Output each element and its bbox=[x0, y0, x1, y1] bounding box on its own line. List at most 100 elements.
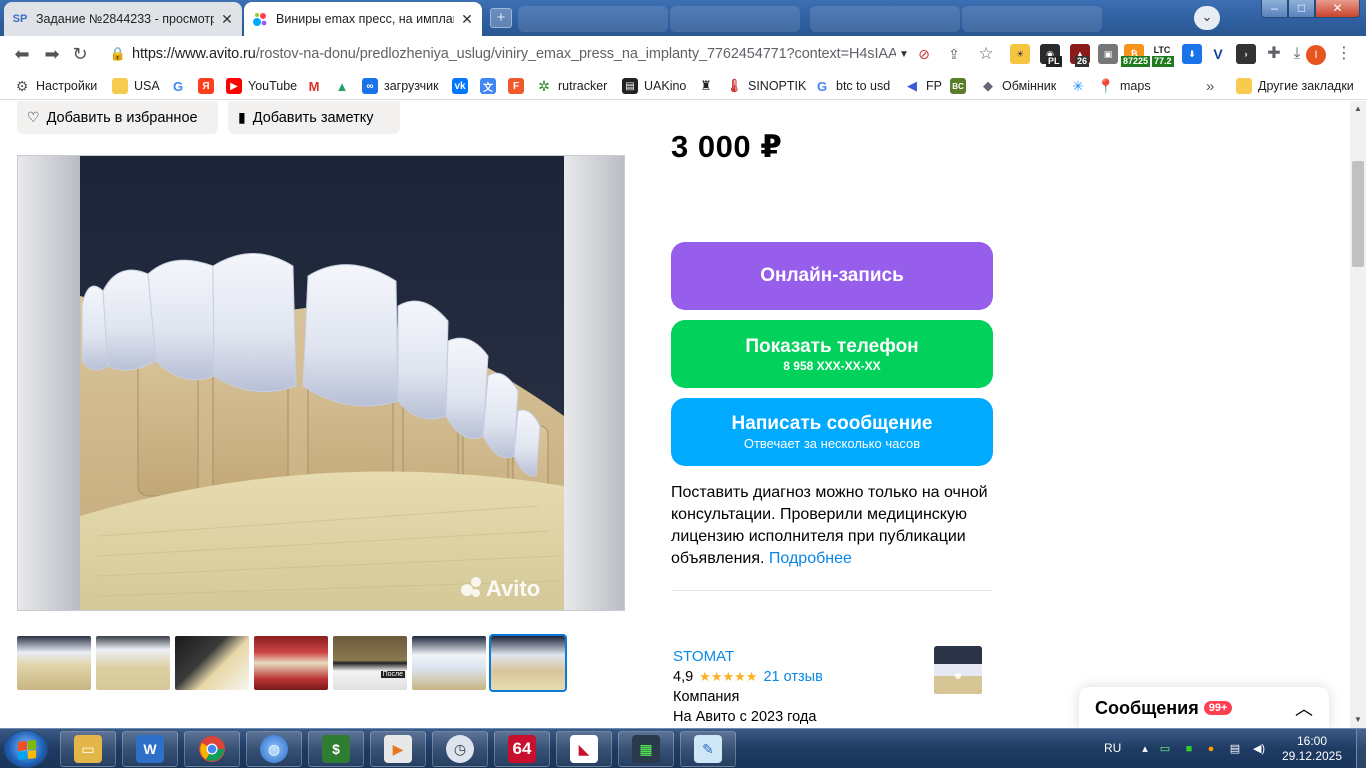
lock-icon[interactable]: 🔒 bbox=[104, 46, 132, 62]
reload-icon[interactable]: ↻ bbox=[68, 42, 92, 66]
share-icon[interactable]: ⇪ bbox=[944, 44, 964, 64]
bookmark-maps[interactable]: 📍 maps bbox=[1097, 77, 1150, 95]
bookmark-yandex[interactable]: Я bbox=[198, 77, 220, 95]
seller-avatar[interactable] bbox=[934, 646, 982, 694]
bookmark-star-icon[interactable]: ☆ bbox=[976, 44, 996, 64]
taskbar-money[interactable]: $ bbox=[308, 731, 364, 767]
start-button[interactable] bbox=[4, 730, 48, 768]
show-desktop-button[interactable] bbox=[1356, 729, 1366, 768]
thermometer-icon: 🌡 bbox=[725, 78, 743, 93]
drive-icon: ▲ bbox=[335, 78, 349, 94]
volume-icon[interactable]: ◀) bbox=[1252, 742, 1266, 756]
taskbar-chrome[interactable] bbox=[184, 731, 240, 767]
bookmark-gmail[interactable]: M bbox=[306, 77, 328, 95]
thumbnail[interactable] bbox=[96, 636, 170, 690]
taskbar-explorer[interactable]: ▭ bbox=[60, 731, 116, 767]
url-text[interactable]: https://www.avito.ru/rostov-na-donu/pred… bbox=[132, 46, 896, 62]
reviews-link[interactable]: 21 отзыв bbox=[763, 669, 822, 685]
extensions-puzzle-icon[interactable]: ✚ bbox=[1264, 44, 1284, 64]
scrollbar-thumb[interactable] bbox=[1352, 161, 1364, 267]
bookmark-sinoptik[interactable]: 🌡 SINOPTIK bbox=[725, 77, 807, 95]
add-to-favorites-button[interactable]: ♡ Добавить в избранное bbox=[17, 101, 218, 134]
close-window-button[interactable]: ✕ bbox=[1315, 0, 1360, 18]
battery-icon[interactable]: ▭ bbox=[1158, 742, 1172, 756]
scroll-down-icon[interactable]: ▼ bbox=[1350, 712, 1366, 728]
thumbnail-before-after[interactable]: После bbox=[333, 636, 407, 690]
taskbar-media[interactable]: ▶ bbox=[370, 731, 426, 767]
bookmark-btc-to-usd[interactable]: Gbtc to usd bbox=[814, 77, 890, 95]
add-note-button[interactable]: ▮ Добавить заметку bbox=[228, 101, 400, 134]
bookmark-settings[interactable]: ⚙ Настройки bbox=[14, 77, 98, 95]
bookmark-vk[interactable]: vk bbox=[452, 77, 474, 95]
bookmark-youtube[interactable]: ▶ YouTube bbox=[226, 77, 297, 95]
thumbnail-selected[interactable] bbox=[489, 634, 567, 692]
main-photo[interactable]: Avito bbox=[17, 155, 625, 611]
bookmark-usa[interactable]: USA bbox=[112, 77, 160, 95]
bookmark-bc[interactable]: BC bbox=[950, 77, 972, 95]
back-arrow-icon[interactable]: ⬅ bbox=[10, 42, 34, 66]
bookmark-figure[interactable]: ♜ bbox=[698, 77, 720, 95]
terminal-extension-icon[interactable]: › bbox=[1236, 44, 1256, 64]
wallet-extension-icon[interactable]: ▣ bbox=[1098, 44, 1118, 64]
tab-task[interactable]: SP Задание №2844233 - просмотр з ✕ bbox=[4, 2, 242, 36]
profile-avatar[interactable]: I bbox=[1306, 45, 1326, 65]
chevron-up-icon[interactable]: ︿ bbox=[1295, 695, 1313, 721]
bookmark-exchanger[interactable]: ◆ Обмінник bbox=[980, 77, 1056, 95]
blocked-icon[interactable]: ⊘ bbox=[914, 44, 934, 64]
forward-arrow-icon[interactable]: ➡ bbox=[40, 42, 64, 66]
v-extension-icon[interactable]: V bbox=[1208, 44, 1228, 64]
taskbar-chart[interactable]: ◣ bbox=[556, 731, 612, 767]
maximize-button[interactable]: □ bbox=[1288, 0, 1315, 18]
thumbnail[interactable] bbox=[17, 636, 91, 690]
bookmark-f[interactable]: F bbox=[508, 77, 530, 95]
monitor-icon: ▦ bbox=[632, 735, 660, 763]
close-tab-icon[interactable]: ✕ bbox=[460, 11, 474, 28]
taskbar-globe[interactable]: ◍ bbox=[246, 731, 302, 767]
taskbar-64[interactable]: 64 bbox=[494, 731, 550, 767]
bookmark-uakino[interactable]: ▤ UAKino bbox=[622, 77, 686, 95]
tab-avito[interactable]: Виниры emax пресс, на имплант ✕ bbox=[244, 2, 482, 36]
google-icon: G bbox=[172, 78, 184, 94]
download-extension-icon[interactable]: ⬇ bbox=[1182, 44, 1202, 64]
network-icon[interactable]: ▤ bbox=[1228, 742, 1242, 756]
bookmark-other[interactable]: Другие закладки bbox=[1236, 77, 1354, 95]
bookmark-google[interactable]: G bbox=[170, 77, 192, 95]
omnibox-dropdown-icon[interactable]: ▼ bbox=[896, 49, 912, 60]
taskbar-notepad[interactable]: ✎ bbox=[680, 731, 736, 767]
thumbnail[interactable] bbox=[412, 636, 486, 690]
taskbar-monitor[interactable]: ▦ bbox=[618, 731, 674, 767]
taskbar-shield[interactable]: W bbox=[122, 731, 178, 767]
online-booking-button[interactable]: Онлайн-запись bbox=[671, 242, 993, 310]
colorful-app-icon[interactable]: ● bbox=[1204, 742, 1218, 756]
address-bar[interactable]: 🔒 https://www.avito.ru/rostov-na-donu/pr… bbox=[104, 39, 912, 69]
clock-icon: ◷ bbox=[446, 735, 474, 763]
thumbnail[interactable] bbox=[254, 636, 328, 690]
bookmark-star[interactable]: ✳ bbox=[1070, 77, 1092, 95]
write-message-button[interactable]: Написать сообщение Отвечает за несколько… bbox=[671, 398, 993, 466]
downloads-icon[interactable]: ⤓ bbox=[1287, 44, 1307, 64]
language-indicator[interactable]: RU bbox=[1104, 741, 1121, 755]
menu-kebab-icon[interactable]: ⋮ bbox=[1334, 44, 1354, 64]
show-phone-button[interactable]: Показать телефон 8 958 XXX-XX-XX bbox=[671, 320, 993, 388]
thumbnail[interactable] bbox=[175, 636, 249, 690]
clock[interactable]: 16:00 29.12.2025 bbox=[1272, 734, 1352, 764]
show-hidden-icons-icon[interactable]: ▴ bbox=[1138, 742, 1152, 756]
tab-search-dropdown-button[interactable]: ⌄ bbox=[1194, 6, 1220, 30]
taskbar-clock[interactable]: ◷ bbox=[432, 731, 488, 767]
bookmark-drive[interactable]: ▲ bbox=[334, 77, 356, 95]
new-tab-button[interactable]: + bbox=[490, 8, 512, 28]
more-info-link[interactable]: Подробнее bbox=[769, 550, 852, 567]
minimize-button[interactable]: – bbox=[1261, 0, 1288, 18]
messages-panel[interactable]: Сообщения 99+ ︿ bbox=[1079, 687, 1329, 728]
close-tab-icon[interactable]: ✕ bbox=[220, 11, 234, 28]
weather-extension-icon[interactable]: ☀ bbox=[1010, 44, 1030, 64]
scroll-up-icon[interactable]: ▲ bbox=[1350, 101, 1366, 117]
bookmark-translate[interactable]: 文 bbox=[480, 77, 502, 95]
bookmark-rutracker[interactable]: ✲ rutracker bbox=[536, 77, 607, 95]
bookmark-fp[interactable]: ◀ FP bbox=[904, 77, 942, 95]
green-app-icon[interactable]: ■ bbox=[1182, 742, 1196, 756]
page-scrollbar[interactable]: ▲ ▼ bbox=[1350, 101, 1366, 728]
bookmarks-overflow-button[interactable]: » bbox=[1206, 77, 1214, 95]
bookmark-downloader[interactable]: ∞ загрузчик bbox=[362, 77, 439, 95]
seller-since: На Авито с 2023 года bbox=[673, 709, 817, 725]
